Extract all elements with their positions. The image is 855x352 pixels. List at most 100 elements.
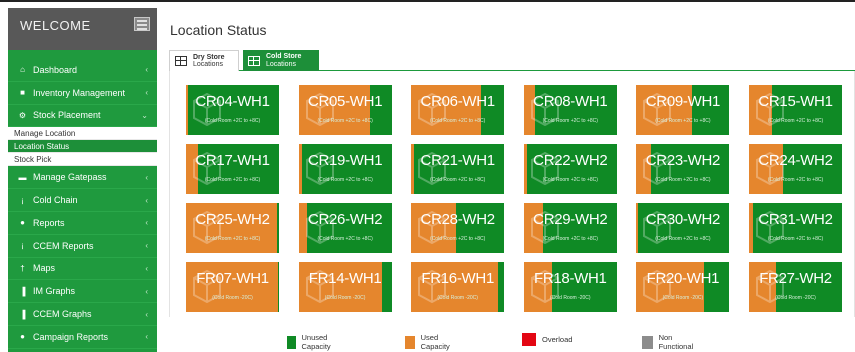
tab-cold-store-locations[interactable]: Cold Store Locations [243,50,319,71]
sidebar-subitem-stock-pick[interactable]: Stock Pick [8,153,157,167]
location-type: (Cold Room +2C to +8C) [204,236,261,242]
location-name: CR26-WH2 [307,211,383,228]
location-tile[interactable]: CR29-WH2 (Cold Room +2C to +8C) [523,203,617,253]
menu-toggle-icon[interactable] [134,17,150,31]
tab-label-line1: Cold Store [266,53,302,60]
location-tile[interactable]: CR06-WH1 (Cold Room +2C to +8C) [411,85,505,135]
chevron-left-icon: ‹ [145,263,148,273]
location-tile[interactable]: FR18-WH1 (Cold Room -20C) [523,262,617,312]
location-name: CR04-WH1 [195,93,270,110]
location-tile[interactable]: CR25-WH2 (Cold Room +2C to +8C) [186,203,279,253]
location-type: (Cold Room +2C to +8C) [542,177,598,183]
table-icon [175,56,187,66]
welcome-header: WELCOME [8,8,157,50]
location-tile[interactable]: FR27-WH2 (Cold Room -20C) [749,262,842,312]
main-content: Location Status Dry Store Locations Cold… [157,8,855,352]
location-tile[interactable]: CR15-WH1 (Cold Room +2C to +8C) [749,85,842,135]
chevron-down-icon: ⌄ [141,110,148,120]
location-tile[interactable]: CR05-WH1 (Cold Room +2C to +8C) [298,85,392,135]
location-tile[interactable]: CR26-WH2 (Cold Room +2C to +8C) [298,203,392,253]
sidebar-item-label: Dashboard [33,64,78,75]
location-name: FR18-WH1 [533,270,607,287]
bar-chart-icon: ▐ [19,286,26,296]
sidebar-item-label: IM Graphs [33,286,76,297]
thermometer-icon: ¡ [21,241,24,251]
location-tile[interactable]: CR24-WH2 (Cold Room +2C to +8C) [749,144,842,194]
location-name: CR19-WH1 [307,152,383,169]
location-type: (Cold Room +2C to +8C) [317,236,373,242]
location-tile[interactable]: CR23-WH2 (Cold Room +2C to +8C) [636,144,730,194]
chevron-left-icon: ‹ [145,195,148,205]
location-tile[interactable]: CR22-WH2 (Cold Room +2C to +8C) [523,144,617,194]
location-tile[interactable]: CR28-WH2 (Cold Room +2C to +8C) [411,203,505,253]
sidebar-item-label: CCEM Graphs [33,309,92,320]
gear-icon: ⚙ [18,110,27,120]
sidebar-item-maps[interactable]: † Maps ‹ [8,258,157,281]
sidebar-subitem-location-status[interactable]: Location Status [8,140,157,154]
bar-chart-icon: ▐ [19,309,26,319]
location-name: CR29-WH2 [533,211,608,228]
location-name: FR14-WH1 [308,270,382,287]
location-type: (Cold Room +2C to +8C) [767,177,824,183]
location-name: CR30-WH2 [645,211,721,228]
location-tile[interactable]: FR07-WH1 (Cold Room -20C) [186,262,279,312]
sidebar-item-stock-placement[interactable]: ⚙ Stock Placement ⌄ [8,105,157,128]
tab-label-line1: Dry Store [193,53,225,61]
sidebar-item-im-graphs[interactable]: ▐ IM Graphs ‹ [8,280,157,304]
sidebar-item-campaign-reports[interactable]: ● Campaign Reports ‹ [8,326,157,349]
location-type: (Cold Room +2C to +8C) [317,118,373,124]
location-name: CR05-WH1 [307,93,383,110]
location-tile[interactable]: CR30-WH2 (Cold Room +2C to +8C) [636,203,730,253]
location-type: (Cold Room -20C) [775,295,816,301]
location-tile[interactable]: FR20-WH1 (Cold Room -20C) [636,262,730,312]
legend-item-unused: Unused Capacity [287,333,336,351]
sidebar-item-ccem-graphs[interactable]: ▐ CCEM Graphs ‹ [8,303,157,326]
location-tile[interactable]: CR31-WH2 (Cold Room +2C to +8C) [749,203,842,253]
location-name: CR21-WH1 [420,152,496,169]
page-title: Location Status [170,22,267,38]
location-tile[interactable]: CR19-WH1 (Cold Room +2C to +8C) [298,144,392,194]
sidebar-item-label: Maps [33,263,56,274]
sidebar-subitem-manage-location[interactable]: Manage Location [8,127,157,141]
legend-item-overload: Overload [522,333,572,346]
app-window: WELCOME ⌂ Dashboard ‹ ■ Inventory Manage… [0,0,855,352]
thermometer-icon: ¡ [21,195,24,205]
welcome-label: WELCOME [20,18,91,33]
tab-dry-store-locations[interactable]: Dry Store Locations [169,50,239,71]
home-icon: ⌂ [20,65,25,75]
sidebar: WELCOME ⌂ Dashboard ‹ ■ Inventory Manage… [8,8,157,352]
sidebar-item-label: Campaign Reports [33,331,109,342]
sidebar-item-label: Cold Chain [33,195,78,206]
location-tile[interactable]: FR16-WH1 (Cold Room -20C) [411,262,505,312]
location-type: (Cold Room +2C to +8C) [655,177,711,183]
location-name: CR06-WH1 [420,93,496,110]
location-type: (Cold Room +2C to +8C) [542,118,598,124]
sidebar-item-label: Inventory Management [33,87,126,98]
chevron-left-icon: ‹ [145,65,148,75]
location-tile[interactable]: CR21-WH1 (Cold Room +2C to +8C) [411,144,505,194]
location-tile[interactable]: CR09-WH1 (Cold Room +2C to +8C) [636,85,730,135]
location-type: (Cold Room +2C to +8C) [542,236,598,242]
sidebar-item-dashboard[interactable]: ⌂ Dashboard ‹ [8,59,157,82]
location-type: (Cold Room +2C to +8C) [204,118,261,124]
location-tile[interactable]: CR17-WH1 (Cold Room +2C to +8C) [186,144,279,194]
location-tile[interactable]: FR14-WH1 (Cold Room -20C) [298,262,392,312]
sidebar-item-reports[interactable]: ● Reports ‹ [8,212,157,235]
map-pin-icon: † [20,263,25,273]
sidebar-item-ccem-reports[interactable]: ¡ CCEM Reports ‹ [8,235,157,258]
sidebar-item-inventory-management[interactable]: ■ Inventory Management ‹ [8,82,157,105]
location-type: (Cold Room +2C to +8C) [430,177,486,183]
location-tile[interactable]: CR08-WH1 (Cold Room +2C to +8C) [523,85,617,135]
sidebar-item-cold-chain[interactable]: ¡ Cold Chain ‹ [8,189,157,212]
chevron-left-icon: ‹ [145,332,148,342]
location-type: (Cold Room +2C to +8C) [767,236,824,242]
location-name: CR23-WH2 [645,152,721,169]
location-tile[interactable]: CR04-WH1 (Cold Room +2C to +8C) [186,85,279,135]
location-grid: CR04-WH1 (Cold Room +2C to +8C) CR05-WH1 (C… [169,71,855,317]
location-type: (Cold Room +2C to +8C) [767,118,824,124]
sidebar-item-manage-gatepass[interactable]: ▬ Manage Gatepass ‹ [8,166,157,190]
reports-icon: ● [20,218,25,228]
location-name: CR25-WH2 [195,211,270,228]
legend-swatch [287,335,296,349]
inventory-icon: ■ [20,88,25,98]
